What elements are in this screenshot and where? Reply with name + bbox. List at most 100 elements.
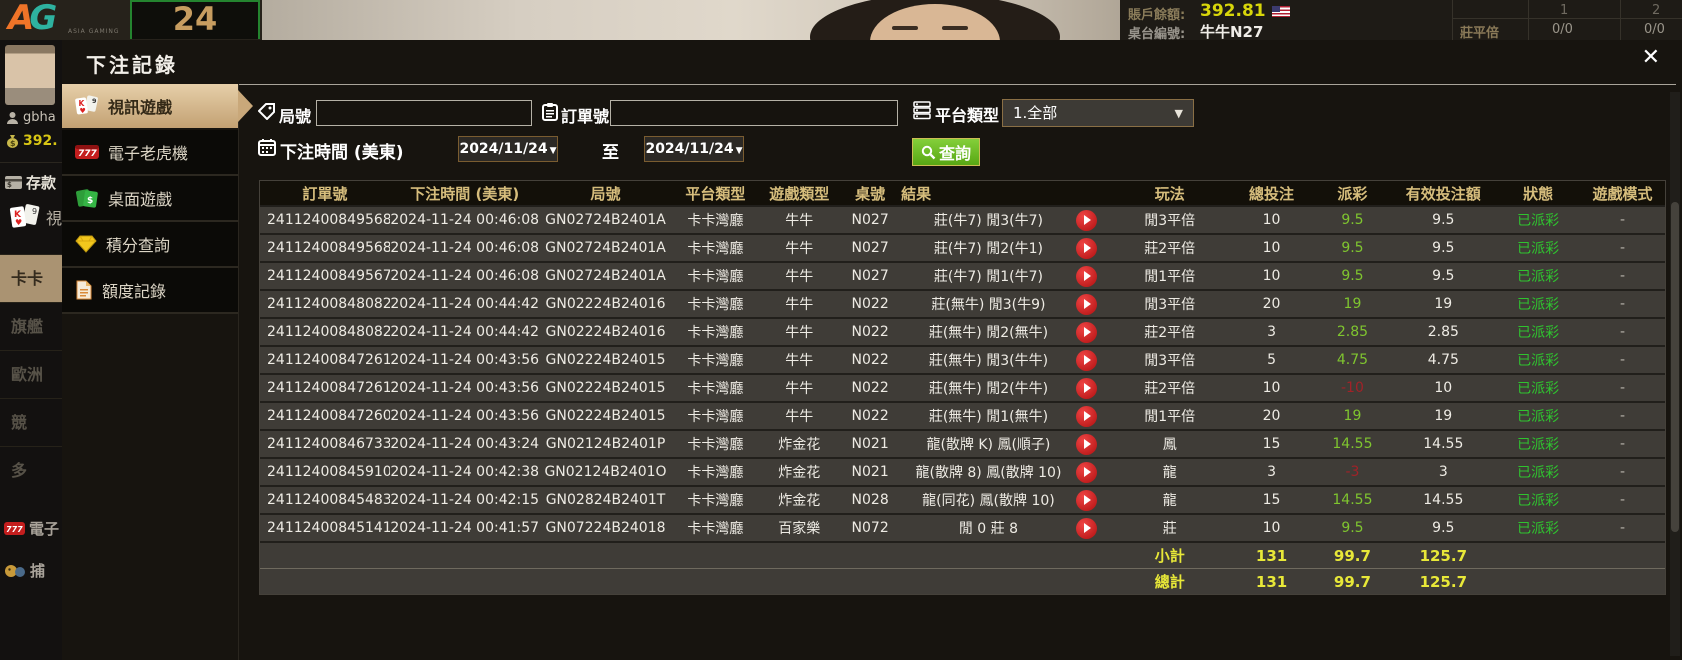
svg-text:$: $	[7, 181, 12, 189]
cell: N027	[851, 268, 889, 284]
result-text: 莊(無牛) 閒2(牛牛)	[928, 381, 1049, 397]
ag-logo-g: G	[29, 0, 58, 38]
bet-records-table: 訂單號 下注時間 (美東) 局號 平台類型 遊戲類型 桌號 結果 玩法 總投注 派彩 有效投注額 狀態…	[259, 180, 1666, 595]
play-video-button[interactable]	[1075, 517, 1097, 539]
cell: 2.85	[1336, 324, 1369, 340]
cell: 牛牛	[785, 381, 814, 397]
result-text: 莊(牛7) 閒2(牛1)	[933, 241, 1043, 257]
cell: N022	[851, 324, 889, 340]
video-games-shortcut[interactable]: 9 K ♥ 視	[8, 203, 62, 231]
table-row: 241124008467333 2024-11-24 00:43:24 GN0212…	[260, 431, 1665, 459]
play-video-button[interactable]	[1075, 237, 1097, 259]
column-header: 派彩	[1337, 184, 1368, 203]
cell: 牛牛	[785, 241, 814, 257]
sidebar-item-slots[interactable]: 777 電子老虎機	[62, 130, 238, 176]
cell: 已派彩	[1517, 409, 1560, 425]
cell: 炸金花	[778, 437, 821, 453]
bg-nav-item[interactable]: 多	[0, 446, 62, 494]
round-number-input[interactable]	[316, 100, 532, 126]
cell: -	[1620, 352, 1626, 368]
cell: GN07224B24018	[545, 520, 666, 536]
balance-label: 賬戶餘額:	[1128, 8, 1186, 23]
cell: GN02724B2401A	[545, 212, 666, 228]
divider	[1620, 0, 1621, 40]
cell: N027	[851, 212, 889, 228]
svg-text:$: $	[87, 196, 93, 206]
play-video-button[interactable]	[1075, 461, 1097, 483]
sidebar-item-points[interactable]: 積分查詢	[62, 222, 238, 268]
play-video-button[interactable]	[1075, 405, 1097, 427]
table-row: 241124008454836 2024-11-24 00:42:15 GN0282…	[260, 487, 1665, 515]
deposit-button[interactable]: $ 存款	[5, 172, 56, 193]
bg-nav-item[interactable]: 旗艦	[0, 302, 62, 350]
cell: 已派彩	[1517, 437, 1560, 453]
sidebar-item-credit-records[interactable]: 額度記錄	[62, 268, 238, 314]
user-avatar[interactable]	[5, 45, 55, 105]
play-video-button[interactable]	[1075, 489, 1097, 511]
sidebar-item-table-games[interactable]: $ 桌面遊戲	[62, 176, 238, 222]
table-number-value: 牛牛N27	[1200, 23, 1264, 41]
svg-text:9: 9	[92, 97, 97, 105]
search-icon	[921, 145, 936, 159]
bg-nav-item[interactable]: 競	[0, 398, 62, 446]
cell: -3	[1345, 464, 1360, 480]
cards-icon: 9 K ♥	[75, 95, 98, 115]
cell: N021	[851, 436, 889, 452]
cell: -	[1620, 380, 1626, 396]
cell: 15	[1262, 436, 1281, 452]
play-video-button[interactable]	[1075, 293, 1097, 315]
platform-selected-value: 1.全部	[1013, 104, 1058, 122]
cell: 99.7	[1333, 572, 1371, 591]
slot-777-icon: 777	[75, 145, 99, 159]
slots-label: 電子	[29, 520, 60, 538]
slots-shortcut[interactable]: 777 電子	[4, 518, 59, 539]
cell: 卡卡灣廳	[687, 325, 744, 341]
money-bag-icon: $	[7, 135, 18, 148]
video-games-label: 視	[46, 209, 62, 228]
play-video-button[interactable]	[1075, 349, 1097, 371]
bet-time-label: 下注時間 (美東)	[280, 143, 404, 163]
bg-nav-item[interactable]: 歐洲	[0, 350, 62, 398]
cards-icon: 9 K ♥	[9, 204, 40, 228]
table-row: 241124008472611 2024-11-24 00:43:56 GN0222…	[260, 347, 1665, 375]
play-video-button[interactable]	[1075, 321, 1097, 343]
date-from-picker[interactable]: 2024/11/24 ▼	[458, 136, 558, 162]
scrollbar-thumb[interactable]	[1671, 202, 1679, 532]
sidebar-item-label: 額度記錄	[102, 282, 167, 301]
cell: 閒1平倍	[1144, 409, 1196, 425]
table-row: 241124008495679 2024-11-24 00:46:08 GN0272…	[260, 263, 1665, 291]
cell: 牛牛	[785, 325, 814, 341]
bg-nav-item[interactable]: 卡卡	[0, 254, 62, 302]
play-video-button[interactable]	[1075, 433, 1097, 455]
cell: GN02824B2401T	[545, 492, 666, 508]
play-video-button[interactable]	[1075, 377, 1097, 399]
cell: 241124008495679	[267, 268, 390, 284]
result-cell: 莊(牛7) 閒2(牛1)	[901, 237, 1111, 259]
date-from-value: 2024/11/24	[459, 141, 548, 157]
fishing-shortcut[interactable]: 捕	[4, 560, 45, 581]
cell: 總計	[1154, 573, 1185, 591]
close-icon[interactable]: ✕	[1642, 47, 1660, 69]
platform-type-select[interactable]: 1.全部 ▼	[1002, 99, 1194, 127]
cell: GN02224B24016	[545, 324, 666, 340]
play-video-button[interactable]	[1075, 265, 1097, 287]
cell: 卡卡灣廳	[687, 353, 744, 369]
query-button[interactable]: 查詢	[912, 138, 980, 166]
balance-row: $ 392.	[6, 133, 58, 149]
tag-icon	[258, 103, 275, 120]
play-video-button[interactable]	[1075, 209, 1097, 231]
svg-text:♥: ♥	[15, 218, 22, 227]
sidebar-item-video-games[interactable]: 9 K ♥ 視訊遊戲	[62, 84, 253, 130]
clipboard-icon	[542, 103, 558, 121]
cell: -	[1620, 268, 1626, 284]
modal-title: 下注記錄	[86, 53, 178, 77]
cell: 小計	[1154, 547, 1185, 565]
column-header: 下注時間 (美東)	[410, 184, 520, 203]
cell: 卡卡灣廳	[687, 465, 744, 481]
cell: 百家樂	[778, 521, 821, 537]
order-number-label: 訂單號	[561, 107, 610, 126]
date-to-picker[interactable]: 2024/11/24 ▼	[644, 136, 744, 162]
stats-col-2: 2	[1652, 3, 1661, 18]
cell: N022	[851, 296, 889, 312]
order-number-input[interactable]	[610, 100, 898, 126]
